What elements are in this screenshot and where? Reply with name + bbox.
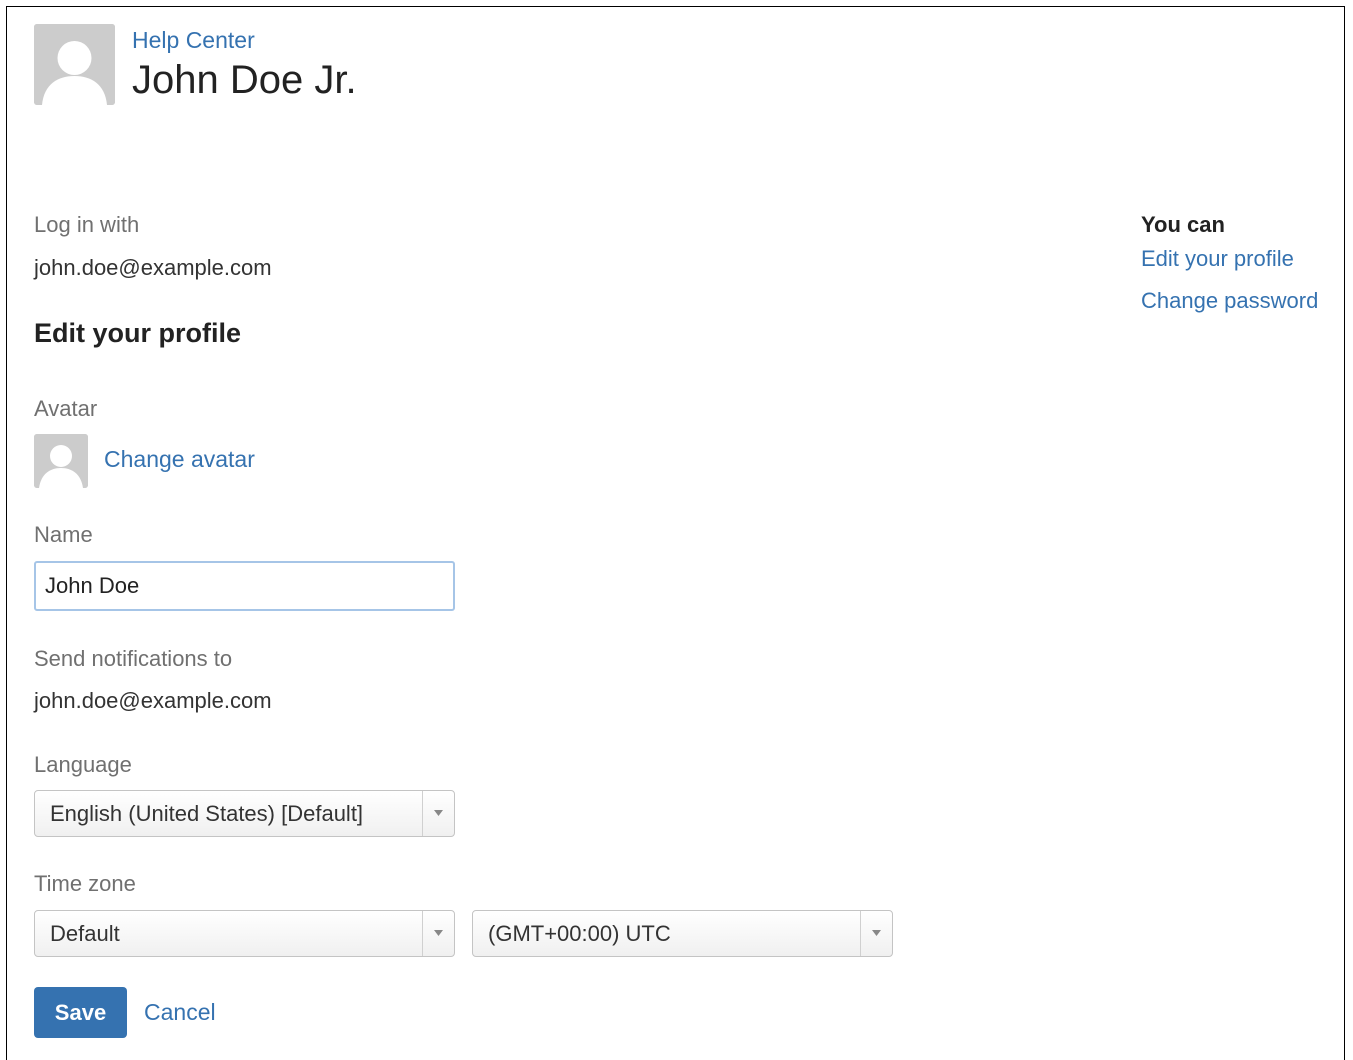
page-title: John Doe Jr. (132, 58, 357, 102)
breadcrumb-help-center-link[interactable]: Help Center (132, 27, 255, 54)
change-avatar-link[interactable]: Change avatar (104, 446, 255, 473)
avatar-thumbnail (34, 434, 88, 488)
save-button[interactable]: Save (34, 987, 127, 1038)
notifications-label: Send notifications to (34, 646, 233, 671)
sidebar-heading: You can (1141, 212, 1225, 237)
sidebar-change-password-link[interactable]: Change password (1141, 288, 1318, 314)
user-silhouette-icon (34, 24, 115, 105)
user-avatar-large (34, 24, 115, 105)
timezone-selected-value: (GMT+00:00) UTC (488, 921, 671, 946)
section-heading: Edit your profile (34, 318, 242, 348)
chevron-down-icon (872, 930, 881, 936)
timezone-mode-selected-value: Default (50, 921, 120, 946)
timezone-select[interactable]: (GMT+00:00) UTC (472, 910, 893, 957)
chevron-down-icon (434, 810, 443, 816)
dropdown-toggle[interactable] (860, 911, 892, 956)
timezone-label: Time zone (34, 871, 136, 896)
language-select[interactable]: English (United States) [Default] (34, 790, 455, 837)
user-silhouette-icon (34, 434, 88, 488)
login-email: john.doe@example.com (34, 255, 272, 280)
avatar-label: Avatar (34, 396, 98, 421)
notifications-email: john.doe@example.com (34, 688, 272, 713)
sidebar-edit-profile-link[interactable]: Edit your profile (1141, 246, 1294, 272)
timezone-mode-select[interactable]: Default (34, 910, 455, 957)
cancel-link[interactable]: Cancel (144, 999, 216, 1026)
name-input[interactable] (34, 561, 455, 611)
name-label: Name (34, 522, 93, 547)
chevron-down-icon (434, 930, 443, 936)
dropdown-toggle[interactable] (422, 911, 454, 956)
dropdown-toggle[interactable] (422, 791, 454, 836)
login-label: Log in with (34, 212, 140, 237)
language-label: Language (34, 752, 132, 777)
page-frame (6, 6, 1345, 1060)
language-selected-value: English (United States) [Default] (50, 801, 364, 826)
